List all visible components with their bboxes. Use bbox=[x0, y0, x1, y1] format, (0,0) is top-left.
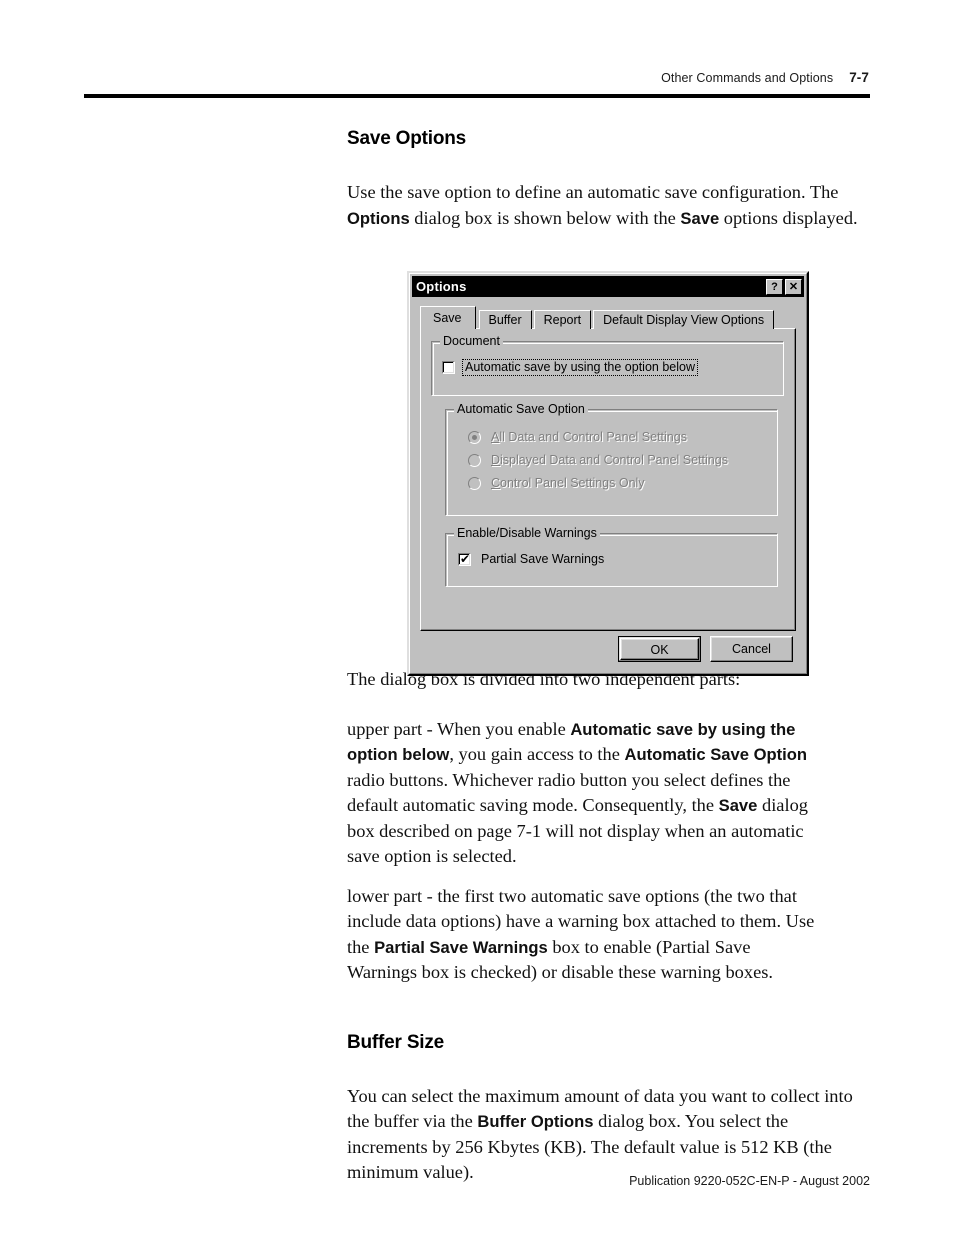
automatic-save-checkbox-row[interactable]: Automatic save by using the option below bbox=[442, 359, 773, 376]
paragraph-gap-1 bbox=[347, 693, 869, 717]
automatic-save-option-groupbox: Automatic Save Option All Data and Contr… bbox=[445, 403, 778, 516]
radio-label-displayed-data: Displayed Data and Control Panel Setting… bbox=[489, 453, 730, 468]
automatic-save-checkbox-label[interactable]: Automatic save by using the option below bbox=[462, 359, 698, 376]
paragraph-gap-2 bbox=[347, 870, 869, 884]
upper-bold-save: Save bbox=[718, 796, 758, 815]
page-title-save-options: Save Options bbox=[347, 128, 467, 149]
help-icon[interactable]: ? bbox=[766, 278, 783, 295]
header-rule bbox=[84, 94, 870, 98]
document-groupbox: Document Automatic save by using the opt… bbox=[431, 335, 784, 396]
dialog-tabstrip: Save Buffer Report Default Display View … bbox=[420, 306, 804, 329]
dialog-title: Options bbox=[416, 279, 467, 294]
page-header: Other Commands and Options 7-7 bbox=[84, 70, 870, 98]
mnemonic-letter: C bbox=[491, 476, 501, 490]
dialog-inner-frame: Options ? ✕ Save Buffer Report Default D… bbox=[409, 273, 807, 674]
automatic-save-checkbox[interactable] bbox=[442, 361, 455, 374]
tab-report[interactable]: Report bbox=[533, 310, 592, 329]
partial-save-warnings-row[interactable]: ✔ Partial Save Warnings bbox=[458, 552, 767, 567]
buffer-bold-buffer-options: Buffer Options bbox=[477, 1112, 594, 1131]
page-title-buffer-size: Buffer Size bbox=[347, 1031, 445, 1053]
document-groupbox-title: Document bbox=[440, 335, 503, 348]
upper-part-paragraph: upper part - When you enable Automatic s… bbox=[347, 717, 819, 870]
ok-button[interactable]: OK bbox=[618, 636, 701, 662]
lower-part-paragraph: lower part - the first two automatic sav… bbox=[347, 884, 819, 986]
header-title: Other Commands and Options bbox=[661, 71, 834, 85]
running-header: Other Commands and Options 7-7 bbox=[84, 70, 870, 85]
lower-bold-partial-save-warnings: Partial Save Warnings bbox=[374, 937, 548, 957]
upper-text-1: upper part - When you enable bbox=[347, 718, 571, 739]
radio-label-all-data-rest: ll Data and Control Panel Settings bbox=[499, 430, 687, 444]
buffer-size-paragraph: You can select the maximum amount of dat… bbox=[347, 1084, 869, 1186]
intro-text-1: Use the save option to define an automat… bbox=[347, 182, 839, 202]
intro-bold-save: Save bbox=[680, 208, 720, 228]
radio-row-all-data[interactable]: All Data and Control Panel Settings bbox=[468, 430, 767, 445]
radio-row-control-panel-only[interactable]: Control Panel Settings Only bbox=[468, 476, 767, 491]
radio-displayed-data-and-control-panel-settings[interactable] bbox=[468, 454, 481, 467]
warnings-groupbox-title: Enable/Disable Warnings bbox=[454, 527, 600, 540]
page-number: 7-7 bbox=[849, 70, 869, 85]
tab-default-display-view-options[interactable]: Default Display View Options bbox=[593, 310, 775, 329]
ok-button-face: OK bbox=[620, 638, 699, 660]
dialog-button-row: OK Cancel bbox=[609, 636, 793, 662]
upper-bold-automatic-save-option: Automatic Save Option bbox=[624, 745, 808, 764]
page-footer: Publication 9220-052C-EN-P - August 2002 bbox=[629, 1174, 870, 1188]
cancel-button[interactable]: Cancel bbox=[710, 636, 793, 662]
save-options-intro-paragraph: Use the save option to define an automat… bbox=[347, 180, 869, 231]
tab-buffer[interactable]: Buffer bbox=[478, 310, 532, 329]
intro-text-2: dialog box is shown below with the bbox=[409, 207, 681, 228]
radio-label-control-panel-only-rest: ontrol Panel Settings Only bbox=[500, 476, 645, 490]
tab-panel-content: Document Automatic save by using the opt… bbox=[421, 329, 795, 630]
automatic-save-option-groupbox-title: Automatic Save Option bbox=[454, 403, 588, 416]
radio-control-panel-settings-only[interactable] bbox=[468, 477, 481, 490]
radio-label-all-data: All Data and Control Panel Settings bbox=[489, 430, 689, 445]
radio-label-displayed-data-rest: isplayed Data and Control Panel Settings bbox=[500, 453, 728, 467]
radio-selected-dot bbox=[472, 435, 477, 440]
upper-text-2: , you gain access to the bbox=[449, 744, 625, 764]
enable-disable-warnings-groupbox: Enable/Disable Warnings ✔ Partial Save W… bbox=[445, 527, 778, 587]
radio-all-data-and-control-panel-settings[interactable] bbox=[468, 431, 481, 444]
radio-label-control-panel-only: Control Panel Settings Only bbox=[489, 476, 647, 491]
intro-bold-options: Options bbox=[347, 208, 410, 228]
options-dialog: Options ? ✕ Save Buffer Report Default D… bbox=[407, 271, 809, 676]
radio-row-displayed-data[interactable]: Displayed Data and Control Panel Setting… bbox=[468, 453, 767, 468]
close-icon[interactable]: ✕ bbox=[785, 278, 802, 295]
tab-panel-save: Document Automatic save by using the opt… bbox=[420, 328, 796, 631]
checkmark-icon: ✔ bbox=[460, 552, 471, 566]
mnemonic-letter: D bbox=[491, 453, 501, 467]
tab-save[interactable]: Save bbox=[420, 306, 476, 329]
partial-save-warnings-checkbox[interactable]: ✔ bbox=[458, 553, 471, 566]
dialog-titlebar: Options ? ✕ bbox=[412, 276, 804, 297]
partial-save-warnings-label[interactable]: Partial Save Warnings bbox=[479, 552, 606, 567]
intro-text-3: options displayed. bbox=[719, 207, 858, 228]
options-dialog-figure: Options ? ✕ Save Buffer Report Default D… bbox=[407, 271, 809, 676]
